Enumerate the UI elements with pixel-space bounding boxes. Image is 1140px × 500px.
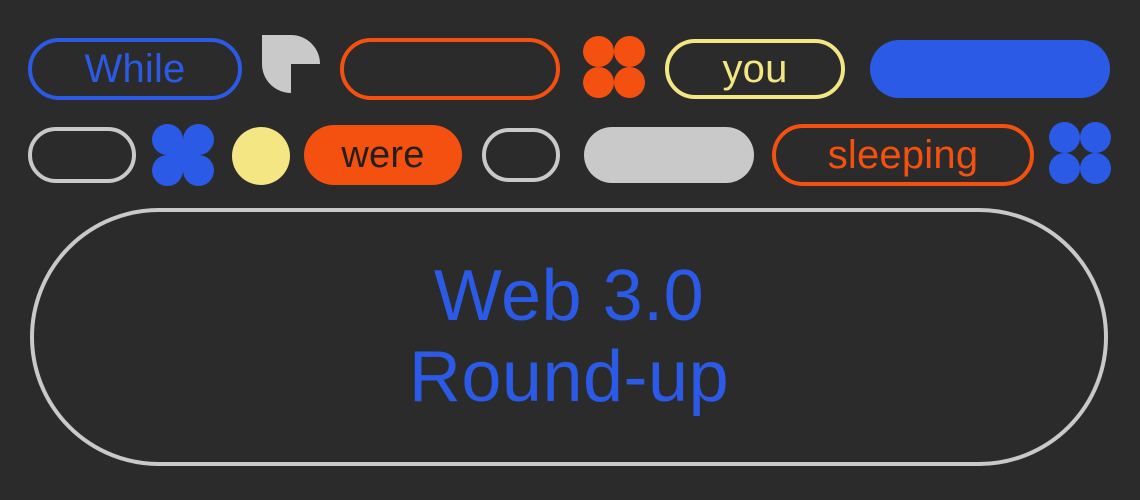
pinwheel-quadrant-bottom-right bbox=[291, 64, 320, 93]
hero-panel: Web 3.0 Round-up bbox=[30, 208, 1108, 466]
pill-blank-gray-small[interactable] bbox=[482, 128, 560, 182]
dots-blue-icon bbox=[1049, 122, 1111, 184]
dot bbox=[583, 36, 614, 67]
hero-title-line-1: Web 3.0 bbox=[433, 256, 705, 337]
hero-title-line-2: Round-up bbox=[408, 337, 730, 417]
dot bbox=[1049, 153, 1080, 184]
dot bbox=[583, 67, 614, 98]
clover-petal-bottom-left bbox=[152, 155, 183, 186]
pill-sleeping[interactable]: sleeping bbox=[772, 124, 1034, 186]
pill-while-label: While bbox=[84, 47, 186, 91]
dot bbox=[1049, 122, 1080, 153]
dot bbox=[1080, 122, 1111, 153]
clover-icon bbox=[152, 124, 214, 186]
pinwheel-icon bbox=[262, 35, 320, 93]
clover-petal-top-left bbox=[152, 124, 183, 155]
clover-petal-bottom-right bbox=[183, 155, 214, 186]
dot bbox=[614, 67, 645, 98]
pill-you[interactable]: you bbox=[665, 39, 845, 99]
pill-blank-gray[interactable] bbox=[28, 127, 136, 183]
pill-blank-gray-fill[interactable] bbox=[584, 127, 754, 183]
pill-blank-orange[interactable] bbox=[340, 38, 560, 100]
pill-while[interactable]: While bbox=[28, 38, 242, 100]
dot bbox=[1080, 153, 1111, 184]
pinwheel-quadrant-top-left bbox=[262, 35, 291, 64]
dot bbox=[614, 36, 645, 67]
dots-orange-icon bbox=[583, 36, 645, 98]
pill-sleeping-label: sleeping bbox=[827, 133, 979, 177]
clover-petal-top-right bbox=[183, 124, 214, 155]
pinwheel-quadrant-bottom-left bbox=[262, 64, 291, 93]
poster-canvas: While you were sleeping Web 3.0 Round-up bbox=[0, 0, 1140, 500]
pill-you-label: you bbox=[722, 47, 788, 91]
pill-were-label: were bbox=[341, 134, 425, 176]
pinwheel-quadrant-top-right bbox=[291, 35, 320, 64]
circle-yellow-icon bbox=[232, 127, 290, 185]
pill-were[interactable]: were bbox=[304, 125, 462, 185]
pill-blank-blue-fill[interactable] bbox=[870, 40, 1110, 98]
